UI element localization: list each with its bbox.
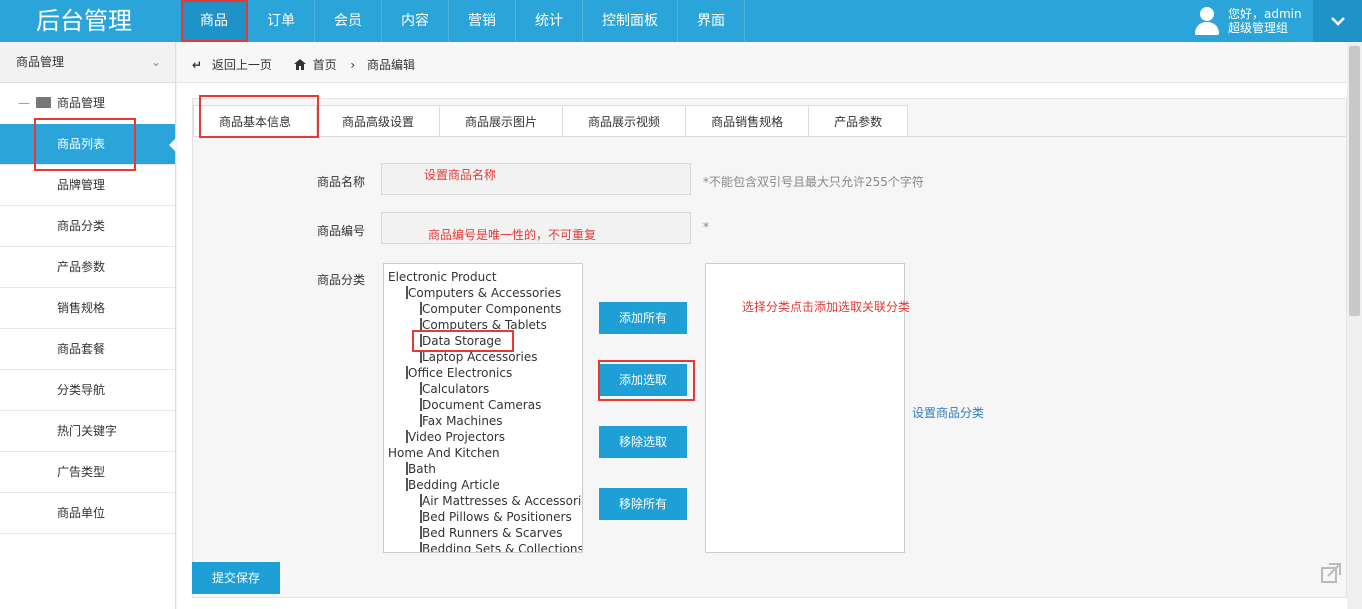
main-nav: 商品 订单 会员 内容 营销 统计 控制面板 界面: [181, 0, 745, 42]
back-arrow-icon: ↵: [192, 58, 203, 72]
sidebar-group-label: 商品管理: [57, 96, 106, 110]
collapse-dash-icon: —: [18, 96, 30, 110]
breadcrumb-separator-icon: ›: [350, 58, 356, 72]
breadcrumb-back-link[interactable]: 返回上一页: [212, 58, 272, 72]
product-code-placeholder: 商品编号是唯一性的，不可重复: [428, 228, 597, 242]
nav-item-orders[interactable]: 订单: [248, 0, 315, 42]
tab-sales-spec[interactable]: 商品销售规格: [685, 105, 810, 137]
category-tree-node[interactable]: Video Projectors: [405, 429, 505, 445]
user-menu-button[interactable]: [1313, 0, 1362, 42]
main-area: ↵ 返回上一页 首页 › 商品编辑 商品基本信息 商品高级设置 商品展示图片 商…: [177, 42, 1362, 609]
sidebar: 商品管理 ⌄ — 商品管理 商品列表 品牌管理 商品分类 产品参数 销售规格 商品…: [0, 42, 176, 609]
product-category-label: 商品分类: [317, 273, 366, 287]
sidebar-item-product-list[interactable]: 商品列表: [0, 118, 176, 171]
product-name-placeholder: 设置商品名称: [424, 168, 497, 182]
nav-item-content[interactable]: 内容: [382, 0, 449, 42]
nav-item-interface[interactable]: 界面: [678, 0, 745, 42]
category-tree-node[interactable]: Home And Kitchen: [388, 445, 500, 461]
chevron-down-icon: ⌄: [150, 55, 161, 69]
category-tree-node[interactable]: Air Mattresses & Accessories: [420, 493, 582, 509]
category-tree-node[interactable]: Electronic Product: [388, 269, 497, 285]
remove-all-button[interactable]: 移除所有: [599, 488, 687, 520]
sidebar-item-category[interactable]: 商品分类: [0, 206, 175, 247]
nav-item-marketing[interactable]: 营销: [449, 0, 516, 42]
category-tree-node[interactable]: Calculators: [419, 381, 489, 397]
sidebar-item-parameters[interactable]: 产品参数: [0, 247, 175, 288]
category-tree-node[interactable]: Office Electronics: [405, 365, 512, 381]
sidebar-item-ad-type[interactable]: 广告类型: [0, 452, 175, 493]
highlight-box: [199, 95, 319, 138]
product-code-label: 商品编号: [317, 224, 366, 238]
product-code-hint: *: [703, 220, 709, 234]
category-tree-node[interactable]: Bed Pillows & Positioners: [420, 509, 572, 525]
category-instruction-note: 选择分类点击添加选取关联分类: [742, 300, 911, 314]
category-tree-node[interactable]: Document Cameras: [419, 397, 541, 413]
sidebar-header-label: 商品管理: [16, 55, 65, 69]
sidebar-item-hot-keywords[interactable]: 热门关键字: [0, 411, 175, 452]
sidebar-item-brand[interactable]: 品牌管理: [0, 165, 175, 206]
highlight-box: [412, 330, 514, 352]
tab-parameters[interactable]: 产品参数: [808, 105, 909, 137]
user-greeting: 您好，admin: [1228, 7, 1302, 21]
scrollbar-thumb[interactable]: [1349, 46, 1360, 316]
category-tree-node[interactable]: Bed Runners & Scarves: [419, 525, 562, 541]
remove-selected-button[interactable]: 移除选取: [599, 426, 687, 458]
home-icon: [293, 59, 306, 70]
sidebar-item-sales-spec[interactable]: 销售规格: [0, 288, 175, 329]
nav-item-statistics[interactable]: 统计: [516, 0, 583, 42]
top-bar: 后台管理 商品 订单 会员 内容 营销 统计 控制面板 界面 您好，admin …: [0, 0, 1362, 42]
nav-item-control-panel[interactable]: 控制面板: [583, 0, 678, 42]
category-tree-node[interactable]: Computers & Accessories: [405, 285, 561, 301]
user-avatar-icon: [1192, 4, 1222, 38]
product-name-hint: *不能包含双引号且最大只允许255个字符: [703, 175, 924, 189]
category-tree[interactable]: Electronic Product Computers & Accessorie…: [383, 263, 583, 553]
category-side-note: 设置商品分类: [912, 406, 985, 420]
submit-save-button[interactable]: 提交保存: [192, 562, 280, 594]
sidebar-header[interactable]: 商品管理 ⌄: [0, 42, 175, 83]
category-tree-node[interactable]: Computer Components: [419, 301, 561, 317]
breadcrumb-home-link[interactable]: 首页: [313, 58, 337, 72]
category-tree-node[interactable]: Bedding Sets & Collections: [420, 541, 582, 552]
category-tree-node[interactable]: Bath: [406, 461, 436, 477]
user-info[interactable]: 您好，admin 超级管理组: [1192, 4, 1302, 38]
edit-panel: 商品基本信息 商品高级设置 商品展示图片 商品展示视频 商品销售规格 产品参数 …: [192, 95, 1347, 598]
add-all-button[interactable]: 添加所有: [599, 302, 687, 334]
nav-item-members[interactable]: 会员: [315, 0, 382, 42]
category-tree-node[interactable]: Bedding Article: [406, 477, 500, 493]
product-name-label: 商品名称: [317, 175, 366, 189]
breadcrumb-current: 商品编辑: [367, 58, 416, 72]
tab-images[interactable]: 商品展示图片: [439, 105, 564, 137]
user-role: 超级管理组: [1228, 21, 1289, 35]
folder-icon: [36, 97, 51, 108]
breadcrumb: ↵ 返回上一页 首页 › 商品编辑: [177, 42, 1347, 83]
chevron-down-icon: [1330, 17, 1345, 26]
tab-divider: [193, 136, 1346, 137]
app-logo: 后台管理: [36, 7, 132, 35]
product-code-input[interactable]: 商品编号是唯一性的，不可重复: [381, 212, 691, 244]
sidebar-item-bundle[interactable]: 商品套餐: [0, 329, 175, 370]
category-tree-node[interactable]: Fax Machines: [420, 413, 503, 429]
expand-icon[interactable]: [1320, 562, 1342, 584]
tab-advanced-settings[interactable]: 商品高级设置: [316, 105, 441, 137]
highlight-box: [598, 360, 695, 401]
highlight-box: [34, 118, 136, 171]
product-name-input[interactable]: 设置商品名称: [381, 163, 691, 195]
sidebar-item-category-nav[interactable]: 分类导航: [0, 370, 175, 411]
nav-item-products[interactable]: 商品: [181, 0, 248, 42]
sidebar-item-unit[interactable]: 商品单位: [0, 493, 175, 534]
tab-videos[interactable]: 商品展示视频: [562, 105, 687, 137]
